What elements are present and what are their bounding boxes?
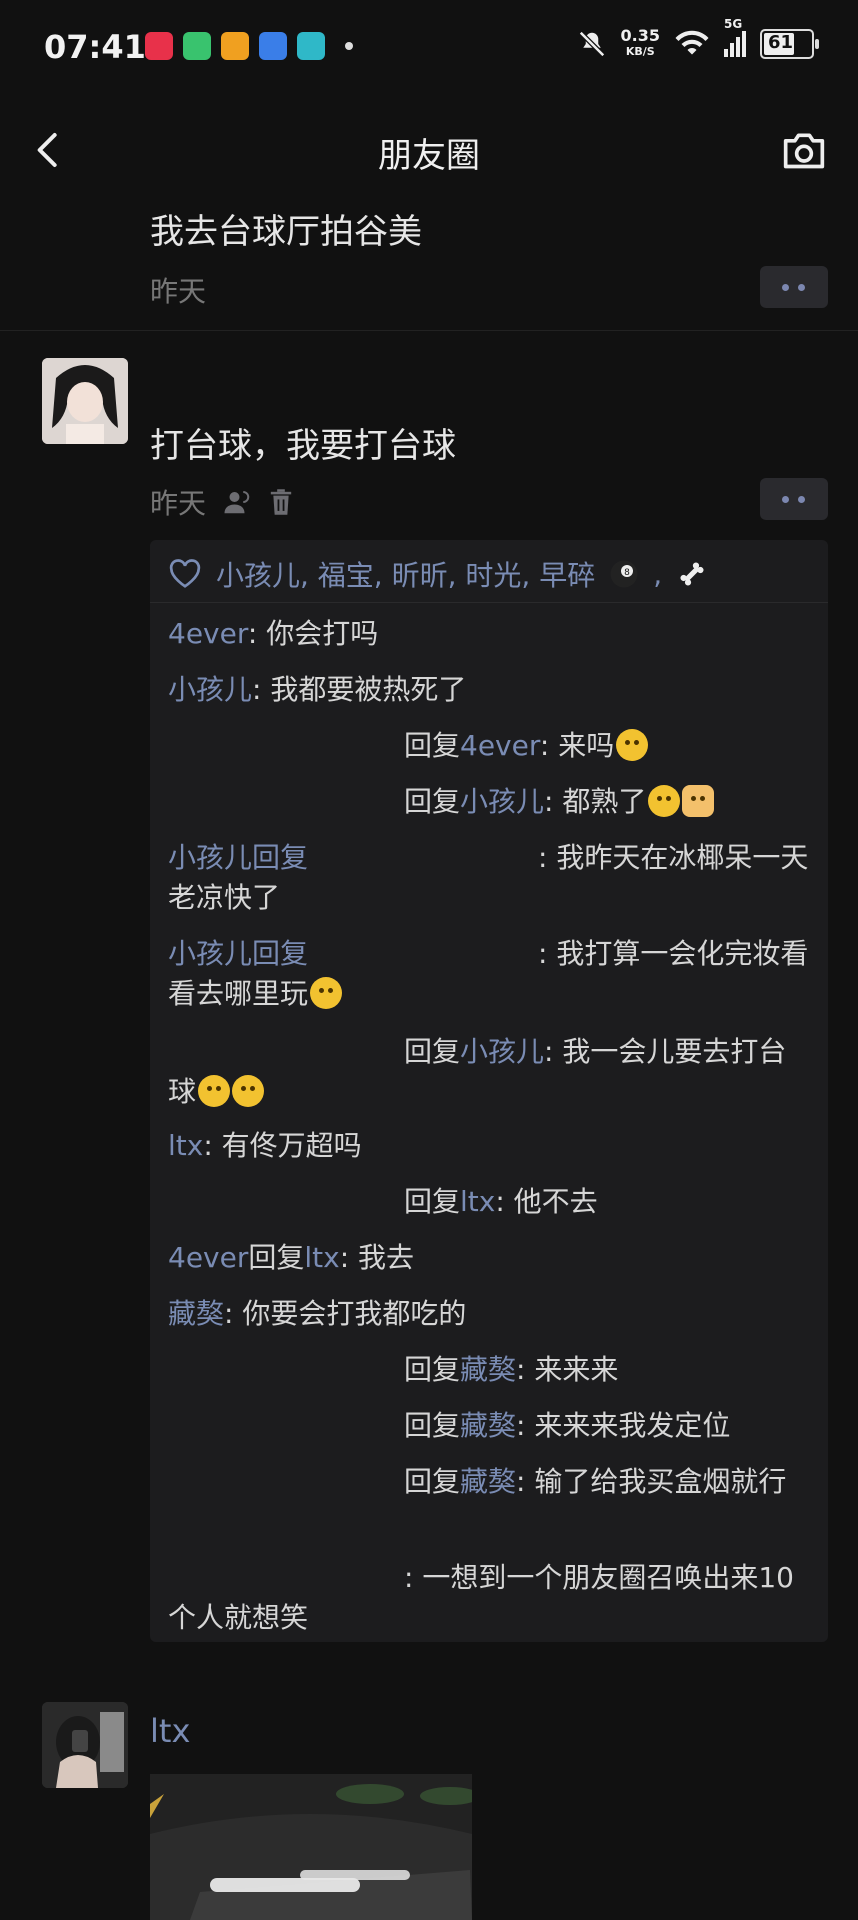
bone-icon	[680, 562, 704, 586]
post-time: 昨天	[150, 487, 207, 520]
comment[interactable]: 回复藏獒: 来来来我发定位	[168, 1406, 812, 1446]
svg-text:8: 8	[624, 568, 630, 578]
avatar[interactable]	[42, 358, 128, 444]
post-meta: 昨天	[150, 482, 294, 522]
post-text: 我去台球厅拍谷美	[150, 212, 422, 252]
comment[interactable]: 小孩儿回复: 我昨天在冰椰呆一天老凉快了	[168, 838, 812, 918]
app-notification-icon	[183, 32, 211, 60]
comment[interactable]: 藏獒: 你要会打我都吃的	[168, 1294, 812, 1334]
cellular-signal-icon: 5G	[724, 17, 746, 57]
likes-row: 小孩儿, 福宝, 昕昕, 时光, 早碎 8 ,	[168, 554, 708, 594]
mute-icon	[578, 30, 605, 58]
more-actions-button[interactable]	[760, 478, 828, 520]
hug-emoji-icon	[198, 1075, 231, 1107]
app-notification-icon	[297, 32, 325, 60]
hug-emoji-icon	[310, 977, 343, 1009]
comment[interactable]: 回复藏獒: 输了给我买盒烟就行	[168, 1462, 812, 1502]
network-speed: 0.35 KB/S	[620, 26, 660, 59]
app-notification-icon	[221, 32, 249, 60]
ok-hand-emoji-icon	[682, 785, 715, 817]
avatar-image	[42, 358, 128, 444]
post-photo[interactable]	[150, 1774, 472, 1920]
more-actions-button[interactable]	[760, 266, 828, 308]
nav-bar: 朋友圈	[0, 100, 858, 200]
divider	[150, 602, 828, 603]
comment[interactable]: 小孩儿: 我都要被热死了	[168, 670, 812, 710]
comment[interactable]: ltx: 有佟万超吗	[168, 1126, 812, 1166]
divider	[0, 330, 858, 331]
comment[interactable]: 回复4ever: 来吗	[168, 726, 812, 766]
post-meta: 昨天	[150, 270, 206, 310]
post-author-name[interactable]: ltx	[150, 1712, 190, 1750]
post-time: 昨天	[150, 275, 207, 308]
avatar-image	[42, 1702, 128, 1788]
comment[interactable]: 4ever: 你会打吗	[168, 614, 812, 654]
app-notification-icon	[145, 32, 173, 60]
app-notification-icon	[259, 32, 287, 60]
camera-icon[interactable]	[780, 128, 828, 172]
comment[interactable]: 4ever回复ltx: 我去	[168, 1238, 812, 1278]
post-text: 打台球，我要打台球	[150, 426, 456, 466]
wifi-icon	[675, 30, 709, 55]
comment[interactable]: 回复小孩儿: 都熟了	[168, 782, 812, 822]
status-bar: 07:41 0.35 KB/S 5G 61	[0, 0, 858, 100]
billiard-ball-icon: 8	[610, 560, 638, 588]
battery-icon: 61	[760, 29, 819, 59]
page-title: 朋友圈	[378, 136, 480, 176]
post-photo-image	[150, 1774, 472, 1920]
comment[interactable]: 小孩儿回复: 我打算一会化完妆看看去哪里玩	[168, 934, 812, 1014]
laughing-crying-emoji-icon	[648, 785, 681, 817]
status-time: 07:41	[44, 28, 146, 66]
status-right: 0.35 KB/S 5G 61	[577, 17, 819, 60]
notification-icons	[145, 32, 353, 60]
hug-emoji-icon	[232, 1075, 265, 1107]
comment[interactable]: 回复ltx: 他不去	[168, 1182, 812, 1222]
comment[interactable]: : 一想到一个朋友圈召唤出来10个人就想笑	[168, 1558, 812, 1638]
likes-comments-panel: 小孩儿, 福宝, 昕昕, 时光, 早碎 8 , 4ever: 你会打吗 小孩儿:…	[150, 540, 828, 1642]
heart-icon	[169, 559, 201, 588]
avatar[interactable]	[42, 1702, 128, 1788]
more-notifications-dot	[345, 42, 353, 50]
likes-names[interactable]: 小孩儿, 福宝, 昕昕, 时光, 早碎	[216, 554, 595, 594]
delete-icon[interactable]	[268, 488, 294, 516]
comment[interactable]: 回复藏獒: 来来来	[168, 1350, 812, 1390]
comment[interactable]: 回复小孩儿: 我一会儿要去打台球	[168, 1032, 812, 1112]
hug-emoji-icon	[616, 729, 649, 761]
visibility-icon[interactable]	[222, 488, 252, 516]
